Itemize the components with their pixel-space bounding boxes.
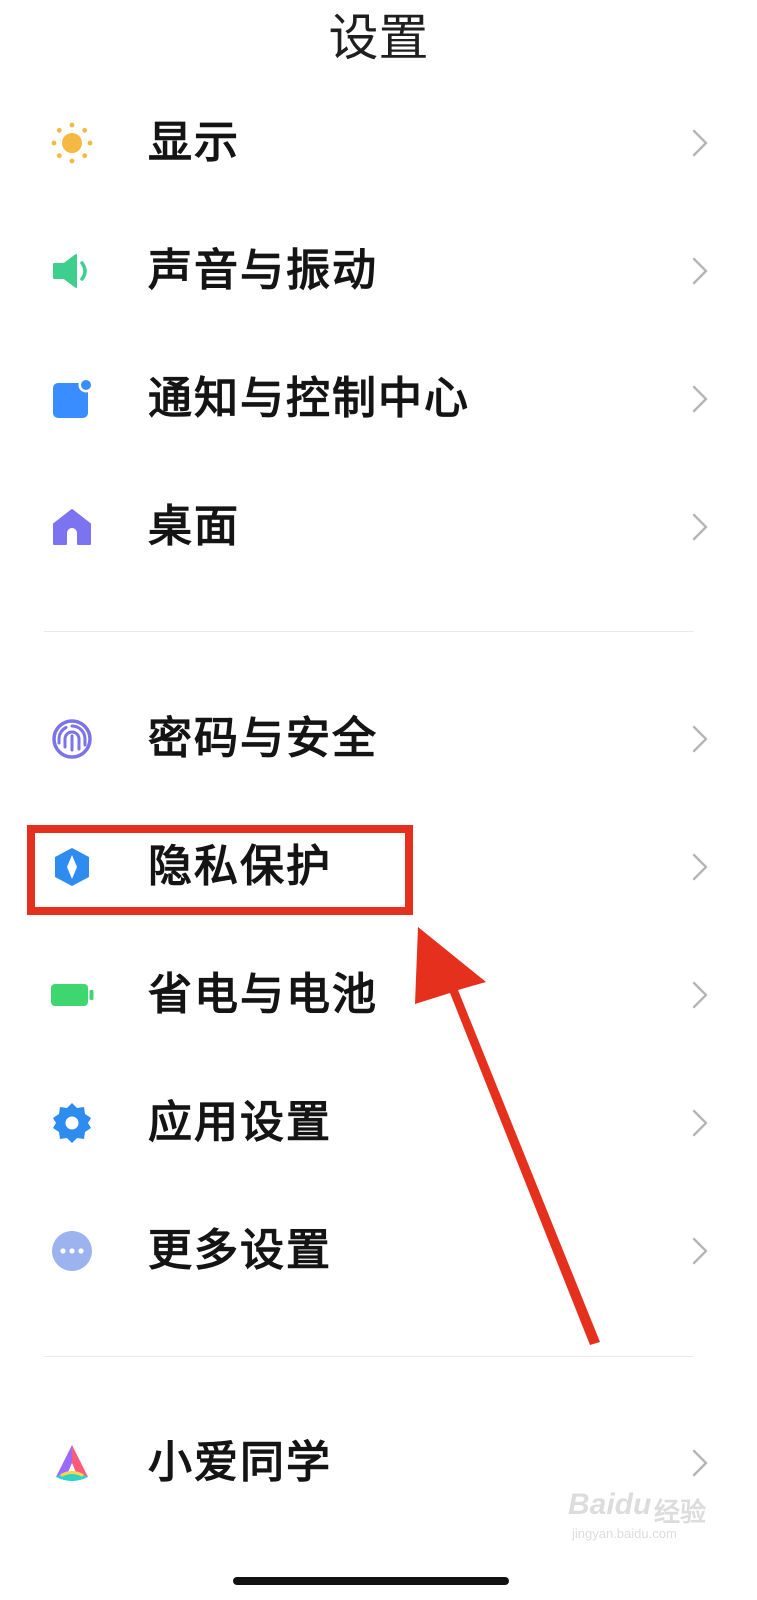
settings-item-label: 声音与振动 (148, 245, 378, 296)
battery-icon (50, 973, 94, 1017)
chevron-right-icon (690, 256, 710, 286)
settings-item-home-screen[interactable]: 桌面 (0, 472, 757, 582)
settings-item-label: 桌面 (148, 501, 240, 552)
privacy-shield-icon (50, 845, 94, 889)
settings-item-xiaoai[interactable]: 小爱同学 (0, 1408, 757, 1518)
settings-item-privacy[interactable]: 隐私保护 (0, 812, 757, 922)
settings-item-notification-control[interactable]: 通知与控制中心 (0, 344, 757, 454)
settings-item-display[interactable]: 显示 (0, 88, 757, 198)
settings-item-label: 小爱同学 (148, 1437, 332, 1488)
home-icon (50, 505, 94, 549)
fingerprint-icon (50, 717, 94, 761)
chevron-right-icon (690, 724, 710, 754)
more-dots-icon (50, 1229, 94, 1273)
settings-item-sound-vibration[interactable]: 声音与振动 (0, 216, 757, 326)
section-divider (44, 1356, 694, 1357)
settings-item-password-security[interactable]: 密码与安全 (0, 684, 757, 794)
chevron-right-icon (690, 1108, 710, 1138)
speaker-icon (50, 249, 94, 293)
chevron-right-icon (690, 512, 710, 542)
settings-item-app-settings[interactable]: 应用设置 (0, 1068, 757, 1178)
notification-icon (50, 377, 94, 421)
chevron-right-icon (690, 1236, 710, 1266)
settings-item-label: 通知与控制中心 (148, 373, 470, 424)
chevron-right-icon (690, 980, 710, 1010)
settings-item-label: 显示 (148, 117, 240, 168)
settings-item-label: 隐私保护 (148, 841, 332, 892)
chevron-right-icon (690, 384, 710, 414)
chevron-right-icon (690, 128, 710, 158)
page-title: 设置 (328, 9, 429, 67)
chevron-right-icon (690, 1448, 710, 1478)
gear-icon (50, 1101, 94, 1145)
settings-item-more-settings[interactable]: 更多设置 (0, 1196, 757, 1306)
settings-item-label: 应用设置 (148, 1097, 332, 1148)
settings-item-label: 省电与电池 (148, 969, 378, 1020)
chevron-right-icon (690, 852, 710, 882)
sun-icon (50, 121, 94, 165)
home-indicator[interactable] (233, 1577, 509, 1585)
xiaoai-icon (50, 1441, 94, 1485)
section-divider (44, 631, 694, 632)
settings-item-battery[interactable]: 省电与电池 (0, 940, 757, 1050)
watermark-domain: jingyan.baidu.com (572, 1526, 677, 1541)
settings-item-label: 更多设置 (148, 1225, 332, 1276)
settings-item-label: 密码与安全 (148, 713, 378, 764)
